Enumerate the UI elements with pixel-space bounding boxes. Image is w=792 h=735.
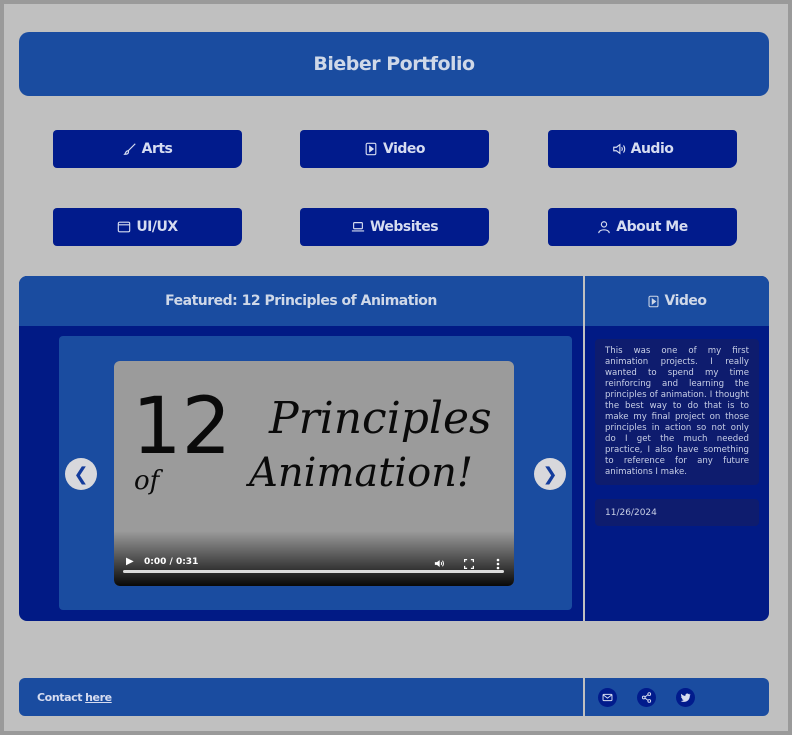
video-carousel: ❮ 12 Principles of Animation! ▶ 0:00 / 0…	[59, 336, 572, 610]
nav-label-websites: Websites	[369, 219, 439, 235]
window-icon	[118, 221, 131, 233]
site-header: Bieber Portfolio	[19, 32, 769, 96]
video-info-title: Video	[664, 293, 707, 309]
nav-button-uiux[interactable]: UI/UX	[53, 208, 242, 246]
nav-label-audio: Audio	[630, 141, 674, 157]
fullscreen-icon[interactable]	[464, 559, 474, 569]
play-icon[interactable]: ▶	[126, 556, 134, 567]
thumbnail-of: of	[134, 466, 164, 496]
mail-icon[interactable]	[598, 688, 617, 707]
video-info-panel: Video This was one of my first animation…	[585, 276, 769, 621]
chevron-right-icon: ❯	[542, 463, 558, 485]
site-title: Bieber Portfolio	[313, 53, 475, 75]
person-icon	[598, 221, 611, 234]
nav-label-video: Video	[382, 141, 426, 157]
thumbnail-number: 12	[132, 382, 231, 472]
video-date-text: 11/26/2024	[605, 507, 657, 518]
video-time: 0:00 / 0:31	[144, 557, 199, 567]
chevron-left-icon: ❮	[73, 463, 89, 485]
video-thumbnail: 12 Principles of Animation!	[132, 382, 492, 496]
footer-contact: Contact here	[19, 678, 583, 716]
play-file-icon	[648, 295, 659, 307]
featured-title: Featured: 12 Principles of Animation	[165, 293, 437, 309]
laptop-icon	[351, 222, 365, 232]
nav-label-about: About Me	[616, 219, 688, 235]
carousel-prev-button[interactable]: ❮	[65, 458, 97, 490]
video-controls: ▶ 0:00 / 0:31	[114, 531, 514, 586]
play-file-icon	[365, 142, 377, 156]
featured-panel: Featured: 12 Principles of Animation ❮ 1…	[19, 276, 583, 621]
share-icon[interactable]	[637, 688, 656, 707]
nav-button-websites[interactable]: Websites	[300, 208, 489, 246]
brush-icon	[122, 143, 136, 155]
volume-icon[interactable]	[433, 558, 445, 569]
contact-text: Contact	[37, 690, 83, 704]
video-progress-bar[interactable]	[123, 570, 504, 573]
video-date: 11/26/2024	[595, 499, 759, 526]
nav-button-about[interactable]: About Me	[548, 208, 737, 246]
nav-button-audio[interactable]: Audio	[548, 130, 737, 168]
video-info-header: Video	[585, 276, 769, 326]
more-options-icon[interactable]	[496, 558, 500, 570]
twitter-icon[interactable]	[676, 688, 695, 707]
video-description: This was one of my first animation proje…	[595, 339, 759, 485]
thumbnail-line1: Principles	[268, 393, 492, 444]
contact-link[interactable]: here	[85, 691, 112, 704]
nav-button-arts[interactable]: Arts	[53, 130, 242, 168]
speaker-icon	[612, 143, 625, 155]
video-player[interactable]: 12 Principles of Animation! ▶ 0:00 / 0:3…	[114, 361, 514, 586]
thumbnail-line2: Animation!	[245, 450, 473, 496]
nav-label-arts: Arts	[141, 141, 173, 157]
footer-social	[585, 678, 769, 716]
carousel-next-button[interactable]: ❯	[534, 458, 566, 490]
featured-header: Featured: 12 Principles of Animation	[19, 276, 583, 326]
nav-button-video[interactable]: Video	[300, 130, 489, 168]
nav-label-uiux: UI/UX	[136, 219, 178, 235]
